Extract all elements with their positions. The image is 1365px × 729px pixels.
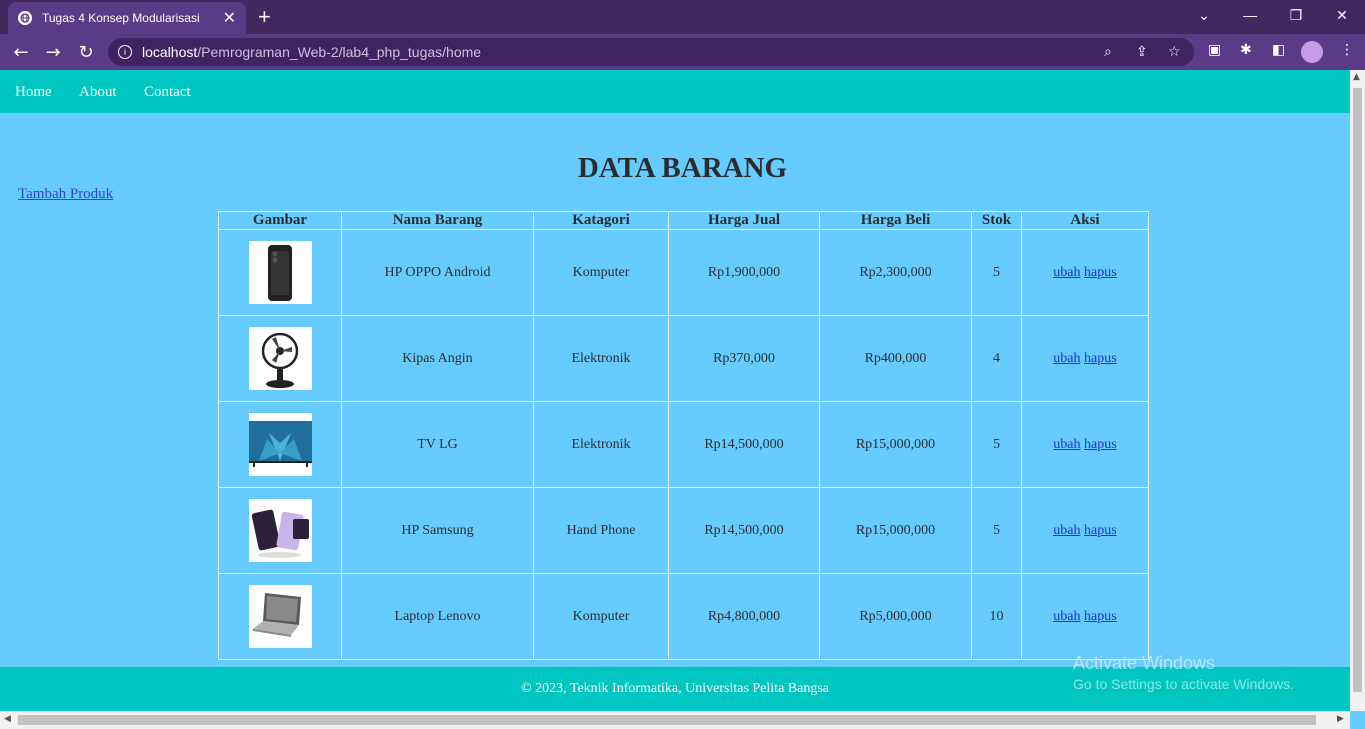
minimize-icon[interactable]: —	[1227, 0, 1273, 30]
product-stock: 5	[971, 229, 1022, 316]
header-actions: Aksi	[1021, 211, 1149, 230]
vertical-scrollbar[interactable]: ▲	[1350, 70, 1365, 711]
windows-activation-watermark: Activate Windows Go to Settings to activ…	[1073, 653, 1294, 692]
fan-image	[248, 327, 312, 390]
product-category: Komputer	[533, 229, 669, 316]
bookmark-star-icon[interactable]: ☆	[1168, 44, 1181, 60]
scroll-right-icon[interactable]: ▶	[1337, 714, 1344, 724]
zoom-icon[interactable]: ⌕	[1104, 44, 1112, 60]
back-icon[interactable]: ←	[9, 40, 33, 64]
product-name: HP OPPO Android	[341, 229, 534, 316]
product-name: TV LG	[341, 401, 534, 488]
edit-link[interactable]: ubah	[1053, 437, 1080, 452]
tab-title: Tugas 4 Konsep Modularisasi	[42, 11, 200, 25]
site-navbar: Home About Contact	[0, 70, 1350, 113]
header-name: Nama Barang	[341, 211, 534, 230]
nav-about[interactable]: About	[79, 84, 117, 101]
product-category: Elektronik	[533, 401, 669, 488]
product-sell-price: Rp1,900,000	[668, 229, 820, 316]
product-buy-price: Rp15,000,000	[819, 401, 972, 488]
header-category: Katagori	[533, 211, 669, 230]
product-name: Laptop Lenovo	[341, 573, 534, 660]
browser-toolbar: ← → ↻ i localhost/Pemrograman_Web-2/lab4…	[0, 34, 1365, 70]
nav-home[interactable]: Home	[15, 84, 52, 101]
table-row: Laptop Lenovo Komputer Rp4,800,000 Rp5,0…	[218, 573, 1149, 660]
browser-tab[interactable]: Tugas 4 Konsep Modularisasi ✕	[8, 2, 246, 34]
page-title: DATA BARANG	[577, 152, 788, 184]
reload-icon[interactable]: ↻	[74, 40, 98, 64]
products-table: Gambar Nama Barang Katagori Harga Jual H…	[218, 211, 1149, 660]
table-row: HP OPPO Android Komputer Rp1,900,000 Rp2…	[218, 229, 1149, 316]
extensions-icon[interactable]: ✱	[1240, 42, 1252, 58]
horizontal-scrollbar[interactable]: ◀ ▶	[0, 711, 1350, 729]
edit-link[interactable]: ubah	[1053, 351, 1080, 366]
product-category: Hand Phone	[533, 487, 669, 574]
foldable-phone-image	[248, 499, 312, 562]
scroll-left-icon[interactable]: ◀	[4, 714, 11, 724]
edit-link[interactable]: ubah	[1053, 523, 1080, 538]
product-stock: 5	[971, 401, 1022, 488]
delete-link[interactable]: hapus	[1084, 437, 1117, 452]
watermark-title: Activate Windows	[1073, 653, 1216, 673]
edit-link[interactable]: ubah	[1053, 265, 1080, 280]
header-buy-price: Harga Beli	[819, 211, 972, 230]
url-host: localhost	[142, 44, 198, 60]
horizontal-scroll-thumb[interactable]	[18, 715, 1316, 725]
edit-link[interactable]: ubah	[1053, 609, 1080, 624]
product-buy-price: Rp15,000,000	[819, 487, 972, 574]
address-bar[interactable]: i localhost/Pemrograman_Web-2/lab4_php_t…	[108, 38, 1194, 66]
site-info-icon[interactable]: i	[118, 45, 132, 59]
table-row: TV LG Elektronik Rp14,500,000 Rp15,000,0…	[218, 401, 1149, 488]
add-product-link[interactable]: Tambah Produk	[18, 186, 113, 203]
product-stock: 5	[971, 487, 1022, 574]
new-tab-icon[interactable]: +	[258, 4, 271, 30]
product-sell-price: Rp370,000	[668, 315, 820, 402]
product-category: Elektronik	[533, 315, 669, 402]
forward-icon[interactable]: →	[41, 40, 65, 64]
product-stock: 10	[971, 573, 1022, 660]
vertical-scroll-thumb[interactable]	[1353, 88, 1362, 692]
url-path: /Pemrograman_Web-2/lab4_php_tugas/home	[197, 44, 482, 60]
phone-image	[248, 241, 312, 304]
product-sell-price: Rp4,800,000	[668, 573, 820, 660]
close-tab-icon[interactable]: ✕	[223, 8, 236, 28]
product-buy-price: Rp400,000	[819, 315, 972, 402]
globe-icon	[18, 11, 32, 25]
menu-kebab-icon[interactable]: ⋮	[1340, 42, 1354, 58]
watermark-subtitle: Go to Settings to activate Windows.	[1073, 676, 1294, 692]
side-panel-icon[interactable]: ◧	[1272, 42, 1285, 58]
tv-image	[248, 413, 312, 476]
product-name: Kipas Angin	[341, 315, 534, 402]
product-buy-price: Rp5,000,000	[819, 573, 972, 660]
browser-tab-bar: Tugas 4 Konsep Modularisasi ✕ + ⌄ — ❐ ✕	[0, 0, 1365, 34]
profile-avatar[interactable]	[1301, 41, 1323, 63]
table-row: Kipas Angin Elektronik Rp370,000 Rp400,0…	[218, 315, 1149, 402]
product-sell-price: Rp14,500,000	[668, 401, 820, 488]
product-category: Komputer	[533, 573, 669, 660]
restore-icon[interactable]: ❐	[1273, 0, 1319, 30]
product-stock: 4	[971, 315, 1022, 402]
header-stock: Stok	[971, 211, 1022, 230]
product-buy-price: Rp2,300,000	[819, 229, 972, 316]
nav-contact[interactable]: Contact	[144, 84, 191, 101]
delete-link[interactable]: hapus	[1084, 351, 1117, 366]
delete-link[interactable]: hapus	[1084, 609, 1117, 624]
table-header-row: Gambar Nama Barang Katagori Harga Jual H…	[218, 211, 1149, 230]
footer-text: © 2023, Teknik Informatika, Universitas …	[520, 681, 829, 696]
delete-link[interactable]: hapus	[1084, 523, 1117, 538]
header-image: Gambar	[218, 211, 342, 230]
laptop-image	[248, 585, 312, 648]
tab-groups-icon[interactable]: ▣	[1208, 42, 1221, 58]
tab-search-icon[interactable]: ⌄	[1181, 0, 1227, 30]
share-icon[interactable]: ⇪	[1136, 44, 1148, 60]
window-close-icon[interactable]: ✕	[1319, 0, 1365, 30]
scroll-up-icon[interactable]: ▲	[1353, 72, 1360, 82]
header-sell-price: Harga Jual	[668, 211, 820, 230]
delete-link[interactable]: hapus	[1084, 265, 1117, 280]
product-sell-price: Rp14,500,000	[668, 487, 820, 574]
product-name: HP Samsung	[341, 487, 534, 574]
table-row: HP Samsung Hand Phone Rp14,500,000 Rp15,…	[218, 487, 1149, 574]
